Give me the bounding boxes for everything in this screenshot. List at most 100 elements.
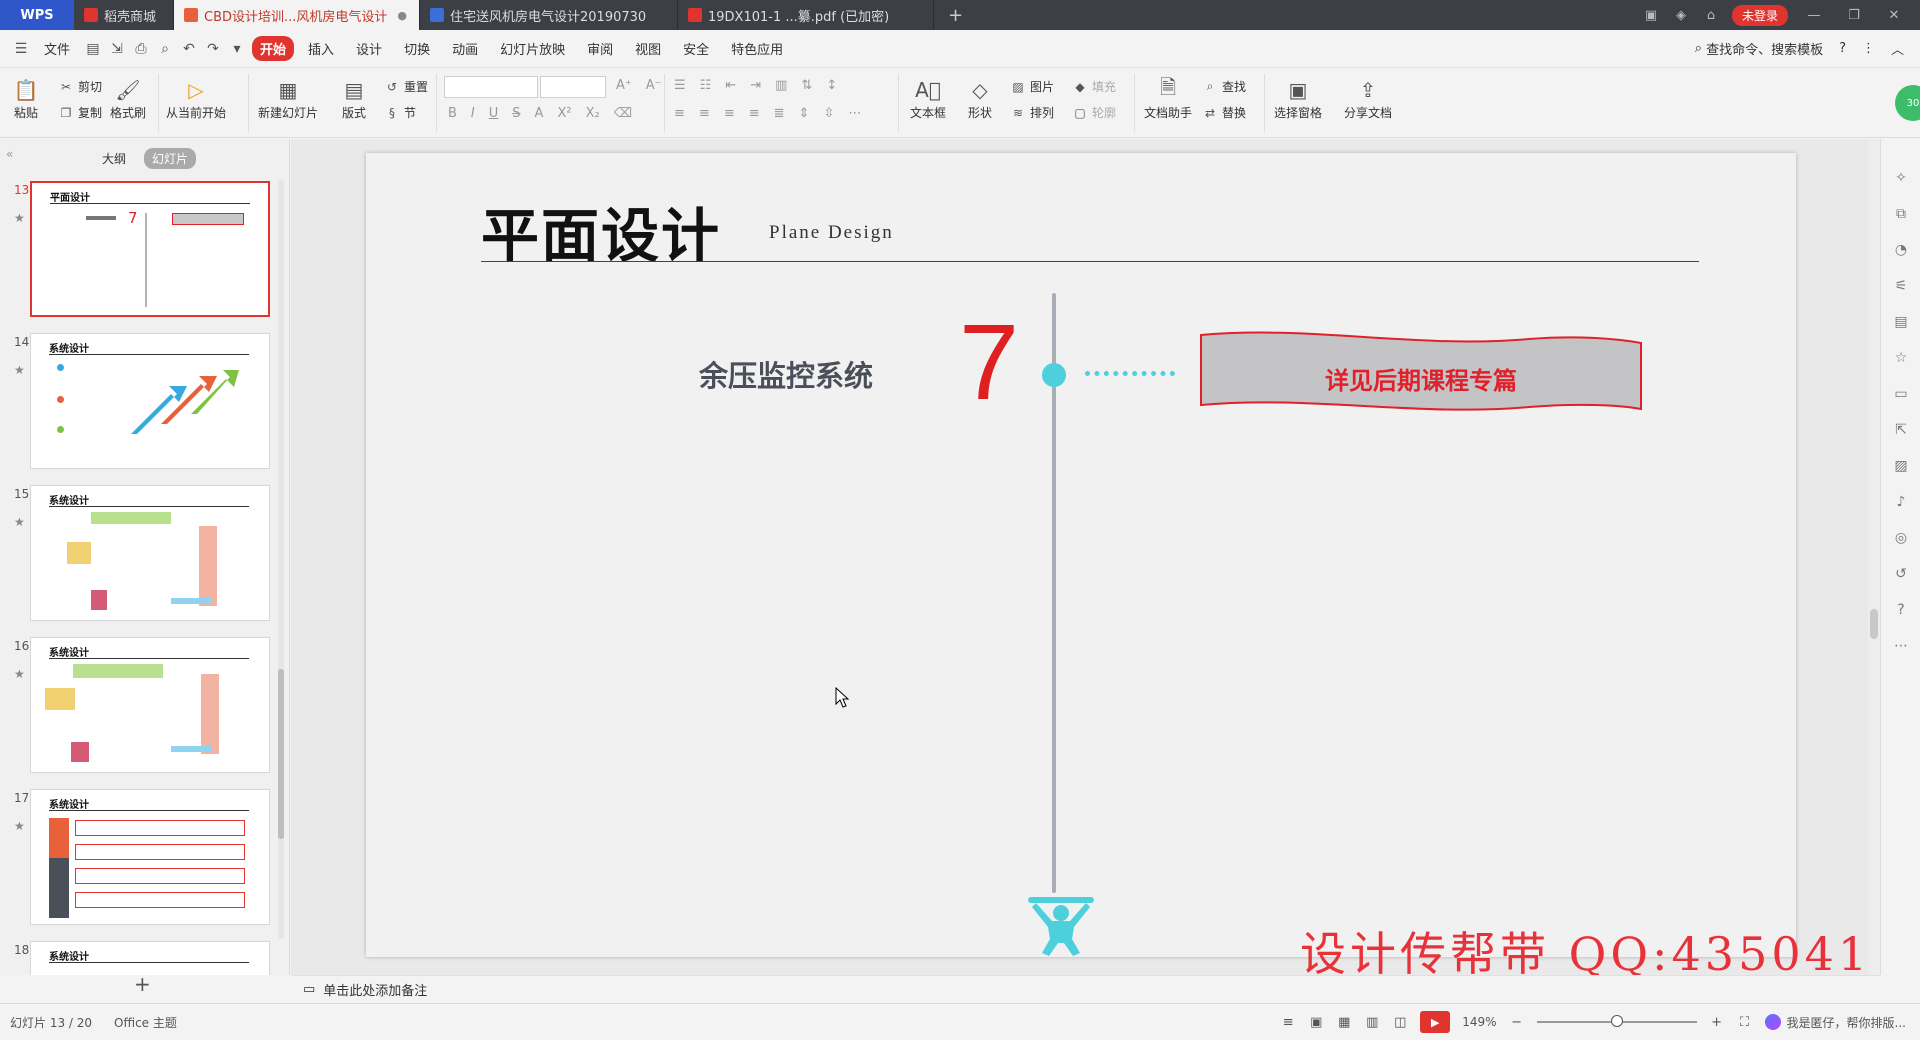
- zoom-slider-knob[interactable]: [1610, 1015, 1623, 1027]
- step-number[interactable]: 7: [959, 308, 1019, 416]
- align-left-icon[interactable]: ≡: [674, 106, 685, 121]
- new-tab-button[interactable]: +: [934, 5, 977, 26]
- align-right-icon[interactable]: ≡: [724, 106, 735, 121]
- grow-font-icon[interactable]: A⁺: [616, 78, 632, 93]
- copy-button[interactable]: ❐ 复制: [58, 104, 102, 121]
- canvas-scrollbar[interactable]: [1868, 139, 1880, 975]
- tab-slides[interactable]: 幻灯片: [144, 147, 197, 169]
- text-direction-icon[interactable]: ⇅: [801, 78, 812, 93]
- play-from-current-button[interactable]: ▷ 从当前开始: [166, 76, 226, 121]
- more-icon[interactable]: ⋯: [1892, 637, 1910, 655]
- tab-outline[interactable]: 大纲: [94, 148, 134, 169]
- slide-thumbnail-16[interactable]: 16 ★ 系统设计: [0, 637, 290, 773]
- menu-animation[interactable]: 动画: [444, 36, 486, 61]
- properties-icon[interactable]: ⚟: [1892, 277, 1910, 295]
- bullet-list-icon[interactable]: ☰: [674, 78, 686, 93]
- new-slide-button[interactable]: ▦ 新建幻灯片: [258, 76, 318, 121]
- audio-icon[interactable]: ♪: [1892, 493, 1910, 511]
- scrollbar-thumb[interactable]: [278, 669, 284, 839]
- fit-window-icon[interactable]: ⛶: [1737, 1014, 1753, 1030]
- slide-thumbnail-17[interactable]: 17 ★ 系统设计: [0, 789, 290, 925]
- theme-name[interactable]: Office 主题: [114, 1014, 177, 1031]
- zoom-level[interactable]: 149%: [1462, 1015, 1496, 1029]
- clear-format-icon[interactable]: ⌫: [614, 106, 632, 121]
- record-icon[interactable]: ◫: [1392, 1014, 1408, 1030]
- notes-placeholder[interactable]: 单击此处添加备注: [323, 980, 427, 999]
- zoom-in-icon[interactable]: +: [1709, 1014, 1725, 1030]
- system-label[interactable]: 余压监控系统: [699, 353, 873, 395]
- menu-special[interactable]: 特色应用: [723, 36, 791, 61]
- picture-button[interactable]: ▨ 图片: [1010, 78, 1054, 95]
- print-preview-icon[interactable]: ⌕: [156, 40, 174, 58]
- distribute-icon[interactable]: ≣: [774, 106, 785, 121]
- save-icon[interactable]: ▤: [84, 40, 102, 58]
- close-icon[interactable]: ●: [397, 9, 407, 22]
- italic-icon[interactable]: I: [471, 106, 475, 121]
- wps-home-tab[interactable]: WPS: [0, 0, 74, 30]
- line-spacing-icon[interactable]: ↕: [826, 78, 837, 93]
- underline-icon[interactable]: U: [489, 106, 499, 121]
- layout-button[interactable]: ▤ 版式: [340, 76, 368, 121]
- print-icon[interactable]: ⎙: [132, 40, 150, 58]
- shapes-icon[interactable]: ◔: [1892, 241, 1910, 259]
- notes-bar[interactable]: ▭ 单击此处添加备注: [291, 975, 1880, 1003]
- strikethrough-icon[interactable]: S: [512, 106, 520, 121]
- menu-transition[interactable]: 切换: [396, 36, 438, 61]
- tab-daoke-store[interactable]: 稻壳商城: [74, 0, 174, 30]
- layout-icon[interactable]: ▣: [1642, 6, 1660, 24]
- more-icon[interactable]: ⋮: [1862, 41, 1875, 56]
- share-doc-button[interactable]: ⇪ 分享文档: [1344, 76, 1392, 121]
- menu-insert[interactable]: 插入: [300, 36, 342, 61]
- increase-indent-icon[interactable]: ⇥: [750, 78, 761, 93]
- thumbnail-scrollbar[interactable]: [278, 179, 284, 939]
- text-align-icon[interactable]: ⇳: [823, 106, 834, 121]
- reset-button[interactable]: ↺ 重置: [384, 78, 428, 95]
- menu-review[interactable]: 审阅: [579, 36, 621, 61]
- align-center-icon[interactable]: ≡: [699, 106, 710, 121]
- more-format-icon[interactable]: ⋯: [848, 106, 861, 121]
- doc-assistant-button[interactable]: 🗎 文档助手: [1144, 75, 1192, 121]
- template-icon[interactable]: ▤: [1892, 313, 1910, 331]
- hamburger-icon[interactable]: ☰: [12, 40, 30, 58]
- archive-icon[interactable]: ▭: [1892, 385, 1910, 403]
- columns-icon[interactable]: ▥: [775, 78, 787, 93]
- decrease-indent-icon[interactable]: ⇤: [725, 78, 736, 93]
- slide-thumbnail-15[interactable]: 15 ★ 系统设计: [0, 485, 290, 621]
- replace-button[interactable]: ⇄ 替换: [1202, 104, 1246, 121]
- find-button[interactable]: ⌕ 查找: [1202, 78, 1246, 95]
- selection-pane-button[interactable]: ▣ 选择窗格: [1274, 76, 1322, 121]
- notes-toggle-icon[interactable]: ≡: [1280, 1014, 1296, 1030]
- paste-button[interactable]: 📋 粘贴: [12, 76, 40, 121]
- menu-security[interactable]: 安全: [675, 36, 717, 61]
- superscript-icon[interactable]: X²: [557, 106, 571, 121]
- slide-sorter-icon[interactable]: ▦: [1336, 1014, 1352, 1030]
- shirt-icon[interactable]: ⌂: [1702, 6, 1720, 24]
- restore-icon[interactable]: ❐: [1840, 8, 1868, 23]
- image-icon[interactable]: ▨: [1892, 457, 1910, 475]
- customize-icon[interactable]: ▾: [228, 40, 246, 58]
- subscript-icon[interactable]: X₂: [586, 106, 600, 121]
- help-circle-icon[interactable]: ?: [1892, 601, 1910, 619]
- menu-design[interactable]: 设计: [348, 36, 390, 61]
- vertical-align-icon[interactable]: ⇕: [799, 106, 810, 121]
- play-slideshow-button[interactable]: ▶: [1420, 1011, 1451, 1033]
- redo-icon[interactable]: ↷: [204, 40, 222, 58]
- help-icon[interactable]: ?: [1839, 41, 1846, 56]
- zoom-slider[interactable]: [1536, 1015, 1697, 1027]
- menu-start[interactable]: 开始: [252, 36, 295, 61]
- scrollbar-thumb[interactable]: [1870, 609, 1878, 639]
- timeline-dot[interactable]: [1042, 363, 1066, 387]
- share-out-icon[interactable]: ⇱: [1892, 421, 1910, 439]
- textbox-button[interactable]: A⃞ 文本框: [910, 76, 946, 121]
- numbered-list-icon[interactable]: ☷: [700, 78, 712, 93]
- login-button[interactable]: 未登录: [1731, 4, 1788, 26]
- section-button[interactable]: § 节: [384, 104, 416, 121]
- reading-view-icon[interactable]: ▥: [1364, 1014, 1380, 1030]
- slide-thumbnail-14[interactable]: 14 ★ 系统设计: [0, 333, 290, 469]
- slide-thumbnail-18[interactable]: 18 系统设计: [0, 941, 290, 975]
- minimize-icon[interactable]: —: [1800, 8, 1828, 23]
- add-slide-button[interactable]: +: [134, 972, 151, 996]
- normal-view-icon[interactable]: ▣: [1308, 1014, 1324, 1030]
- assistant-widget[interactable]: 我是匿仔，帮你排版...: [1764, 1014, 1906, 1031]
- export-icon[interactable]: ⇲: [108, 40, 126, 58]
